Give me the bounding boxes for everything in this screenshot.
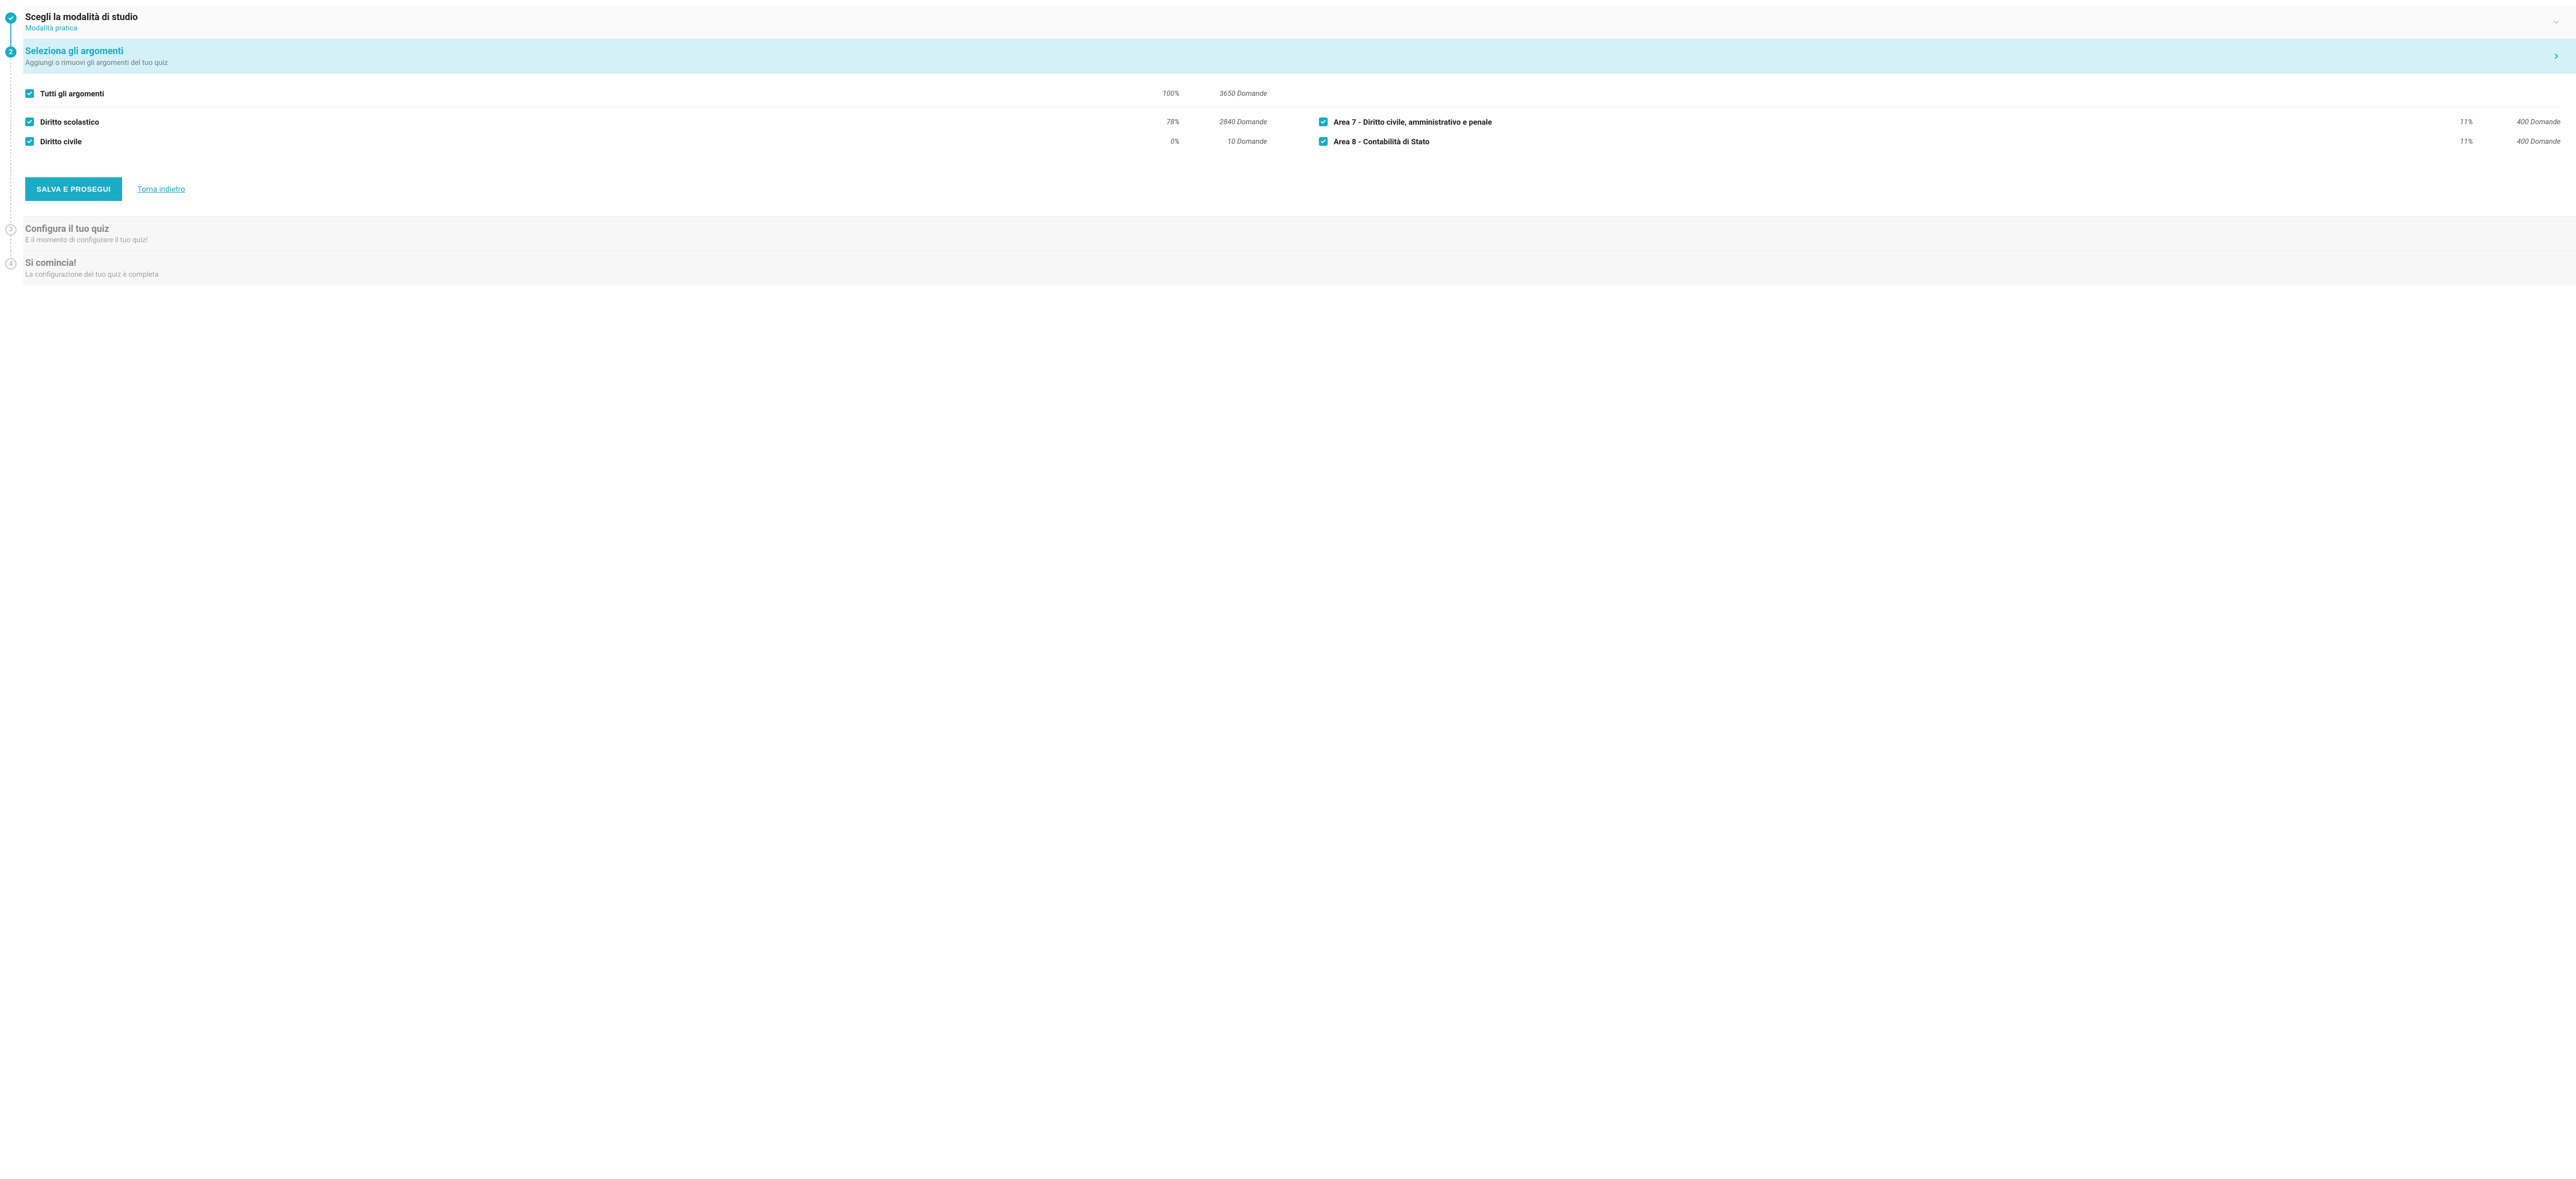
step-2-body: Tutti gli argomenti 100% 3650 Domande Di… <box>23 74 2576 217</box>
step-2-header[interactable]: Seleziona gli argomenti Aggiungi o rimuo… <box>23 39 2576 73</box>
step-title: Configura il tuo quiz <box>25 223 148 235</box>
step-1: Scegli la modalità di studio Modalità pr… <box>0 5 2576 39</box>
actions-row: SALVA E PROSEGUI Torna indietro <box>25 177 2561 201</box>
topic-row: Diritto scolastico 78% 2840 Domande <box>25 112 1267 132</box>
check-icon <box>27 139 32 144</box>
topic-label: Diritto scolastico <box>40 117 99 127</box>
step-subtitle: Aggiungi o rimuovi gli argomenti del tuo… <box>25 59 168 67</box>
check-icon <box>1320 139 1326 144</box>
checkbox-topic[interactable] <box>25 117 34 126</box>
step-title: Si comincia! <box>25 257 159 269</box>
topic-column-right: Area 7 - Diritto civile, amministrativo … <box>1319 112 2561 151</box>
check-icon <box>27 91 32 96</box>
step-3: 3 Configura il tuo quiz E il momento di … <box>0 217 2576 251</box>
go-back-link[interactable]: Torna indietro <box>138 184 185 194</box>
topic-question-count: 400 Domande <box>2478 118 2561 126</box>
topic-column-left: Diritto scolastico 78% 2840 Domande Diri… <box>25 112 1267 151</box>
step-subtitle: E il momento di configurare il tuo quiz! <box>25 236 148 244</box>
step-number: 3 <box>9 226 12 233</box>
topic-question-count: 400 Domande <box>2478 138 2561 146</box>
step-marker-inactive: 3 <box>5 224 16 235</box>
topic-label: Diritto civile <box>40 137 82 146</box>
topic-label: Area 8 - Contabilità di Stato <box>1334 137 1430 146</box>
checkbox-topic[interactable] <box>1319 137 1328 146</box>
topic-percentage: 0% <box>1139 138 1180 146</box>
topic-row-all: Tutti gli argomenti 100% 3650 Domande <box>25 84 1267 104</box>
topic-percentage: 78% <box>1139 118 1180 126</box>
step-4: 4 Si comincia! La configurazione del tuo… <box>0 251 2576 284</box>
save-continue-button[interactable]: SALVA E PROSEGUI <box>25 177 122 201</box>
topic-percentage: 11% <box>2432 138 2473 146</box>
step-title: Seleziona gli argomenti <box>25 45 168 57</box>
topic-label: Area 7 - Diritto civile, amministrativo … <box>1334 117 1492 127</box>
step-number: 2 <box>9 48 12 56</box>
topic-columns: Diritto scolastico 78% 2840 Domande Diri… <box>25 112 2561 151</box>
wizard: Scegli la modalità di studio Modalità pr… <box>0 0 2576 290</box>
topic-question-count: 2840 Domande <box>1185 118 1267 126</box>
step-number: 4 <box>9 260 12 268</box>
checkbox-topic[interactable] <box>25 137 34 146</box>
step-4-header: Si comincia! La configurazione del tuo q… <box>23 251 2576 284</box>
chevron-right-icon <box>2552 52 2561 60</box>
step-2: 2 Seleziona gli argomenti Aggiungi o rim… <box>0 39 2576 216</box>
topic-row: Area 7 - Diritto civile, amministrativo … <box>1319 112 2561 132</box>
topic-question-count: 3650 Domande <box>1185 90 1267 98</box>
check-icon <box>1320 119 1326 125</box>
step-connector <box>10 52 11 216</box>
step-marker-inactive: 4 <box>5 258 16 270</box>
topic-all-section: Tutti gli argomenti 100% 3650 Domande <box>25 84 2561 107</box>
step-marker-active: 2 <box>5 46 16 58</box>
step-title: Scegli la modalità di studio <box>25 11 138 23</box>
step-subtitle: Modalità pratica <box>25 24 138 32</box>
step-1-header[interactable]: Scegli la modalità di studio Modalità pr… <box>23 5 2576 39</box>
checkbox-topic[interactable] <box>1319 117 1328 126</box>
topic-row: Diritto civile 0% 10 Domande <box>25 132 1267 151</box>
check-icon <box>27 119 32 125</box>
step-3-header: Configura il tuo quiz E il momento di co… <box>23 217 2576 251</box>
checkbox-all-topics[interactable] <box>25 89 34 98</box>
topic-question-count: 10 Domande <box>1185 138 1267 146</box>
step-subtitle: La configurazione del tuo quiz è complet… <box>25 271 159 279</box>
topic-row: Area 8 - Contabilità di Stato 11% 400 Do… <box>1319 132 2561 151</box>
chevron-down-icon <box>2552 18 2561 26</box>
topic-percentage: 11% <box>2432 118 2473 126</box>
topic-label: Tutti gli argomenti <box>40 89 104 98</box>
topic-percentage: 100% <box>1139 90 1180 98</box>
step-marker-completed <box>5 12 16 24</box>
check-icon <box>8 15 14 21</box>
